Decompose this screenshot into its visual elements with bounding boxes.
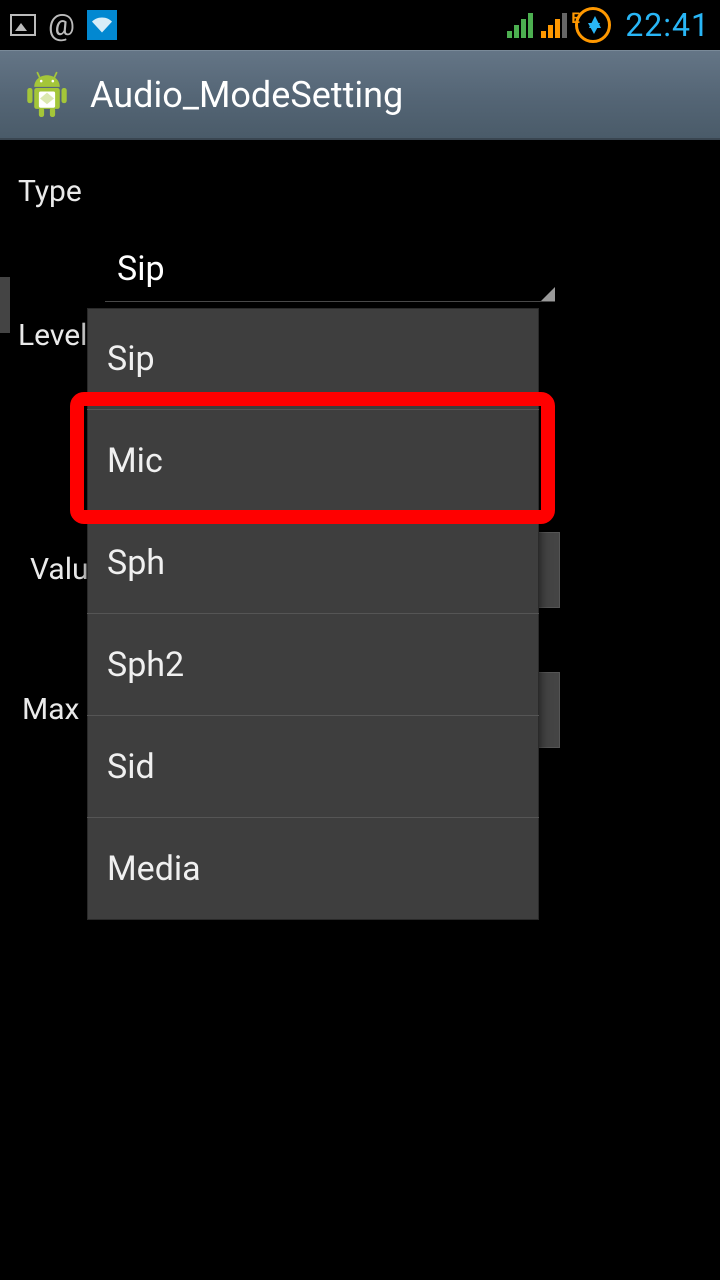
app-title: Audio_ModeSetting: [90, 74, 403, 116]
dropdown-option-label: Sph2: [107, 645, 184, 685]
dropdown-option-media[interactable]: Media: [87, 818, 539, 920]
type-spinner[interactable]: Sip: [105, 236, 555, 302]
status-clock: 22:41: [625, 6, 710, 44]
dropdown-option-label: Mic: [107, 441, 163, 481]
status-bar: @ E 22:41: [0, 0, 720, 50]
at-icon: @: [48, 8, 75, 43]
gallery-icon: [10, 14, 36, 36]
dropdown-option-label: Media: [107, 849, 201, 889]
dropdown-option-sip[interactable]: Sip: [87, 308, 539, 410]
app-bar: Audio_ModeSetting: [0, 50, 720, 140]
type-dropdown: Sip Mic Sph Sph2 Sid Media: [87, 308, 539, 920]
level-label: Level: [18, 318, 87, 353]
android-icon: [18, 66, 76, 124]
spinner-value: Sip: [117, 249, 165, 289]
dropdown-option-label: Sph: [107, 543, 165, 583]
type-label: Type: [18, 174, 702, 209]
wifi-icon: [87, 10, 117, 40]
battery-charging-icon: [575, 7, 611, 43]
dropdown-option-sid[interactable]: Sid: [87, 716, 539, 818]
signal-2-icon: [541, 12, 567, 38]
dropdown-option-label: Sip: [107, 339, 155, 379]
level-field-edge[interactable]: [0, 277, 10, 333]
signal-1-icon: [507, 12, 533, 38]
dropdown-option-mic[interactable]: Mic: [87, 410, 539, 512]
dropdown-option-label: Sid: [107, 747, 155, 787]
dropdown-option-sph2[interactable]: Sph2: [87, 614, 539, 716]
dropdown-option-sph[interactable]: Sph: [87, 512, 539, 614]
